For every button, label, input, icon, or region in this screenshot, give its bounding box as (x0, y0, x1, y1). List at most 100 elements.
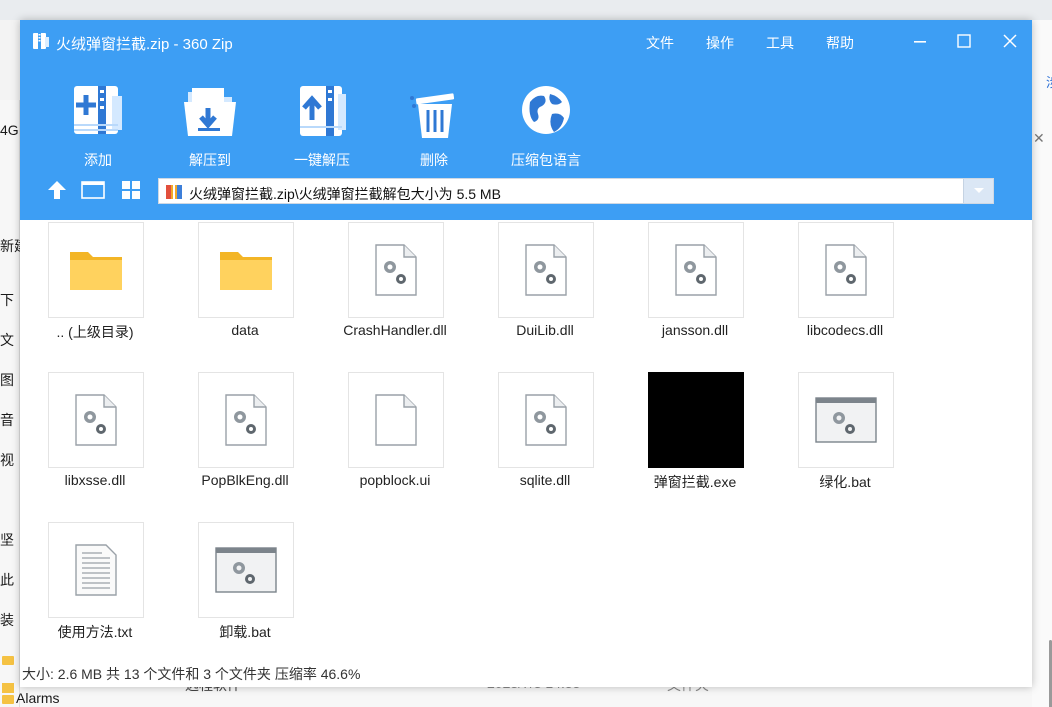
menu-file[interactable]: 文件 (646, 33, 674, 53)
grid-view-icon (122, 181, 140, 199)
bg-nav-fragment: 此 (0, 572, 14, 588)
details-view-button[interactable] (80, 178, 106, 202)
file-item[interactable]: libcodecs.dll (770, 220, 920, 370)
file-item[interactable]: 弹窗拦截.exe (620, 370, 770, 520)
one-click-extract-button[interactable]: 一键解压 (272, 80, 372, 170)
bg-nav-fragment: 新建 (0, 238, 22, 254)
folder-icon (48, 222, 144, 318)
dll-file-icon (498, 222, 594, 318)
file-item[interactable]: CrashHandler.dll (320, 220, 470, 370)
file-name: jansson.dll (661, 322, 729, 338)
file-name: .. (上级目录) (56, 324, 134, 340)
file-grid: .. (上级目录) data CrashHandler.dll DuiLib.dll j… (20, 220, 1032, 660)
file-name: data (231, 322, 259, 338)
bat-file-icon (798, 372, 894, 468)
file-name: 卸载.bat (219, 624, 271, 640)
file-name: sqlite.dll (519, 472, 571, 488)
arrow-up-icon (48, 181, 66, 199)
extract-to-button[interactable]: 解压到 (160, 80, 260, 170)
file-name: libcodecs.dll (806, 322, 884, 338)
status-text: 大小: 2.6 MB 共 13 个文件和 3 个文件夹 压缩率 46.6% (22, 666, 361, 682)
grid-view-button[interactable] (118, 178, 144, 202)
bg-nav-fragment: 坚 (0, 532, 14, 548)
dll-file-icon (198, 372, 294, 468)
maximize-icon (957, 34, 971, 48)
bg-nav-fragment: 装 (0, 612, 14, 628)
file-name: popblock.ui (359, 472, 431, 488)
file-icon (348, 372, 444, 468)
dll-file-icon (648, 222, 744, 318)
one-click-extract-icon (300, 86, 346, 136)
globe-icon (522, 86, 570, 134)
bg-nav-fragment: 视 (0, 452, 14, 468)
folder-item[interactable]: data (170, 220, 320, 370)
close-icon (1003, 34, 1017, 48)
up-level-button[interactable] (44, 178, 70, 202)
address-bar[interactable]: 火绒弹窗拦截.zip\火绒弹窗拦截解包大小为 5.5 MB (158, 178, 994, 204)
file-item[interactable]: libxsse.dll (20, 370, 170, 520)
background-right-edge: 涉 ✕ (1032, 20, 1052, 707)
zip-archive-icon (166, 185, 182, 199)
file-item[interactable]: 使用方法.txt (20, 520, 170, 670)
menu-tools[interactable]: 工具 (766, 33, 794, 53)
exe-file-icon (648, 372, 744, 468)
add-icon (74, 86, 122, 134)
archive-language-label: 压缩包语言 (511, 152, 581, 168)
file-item[interactable]: 绿化.bat (770, 370, 920, 520)
minimize-icon (914, 41, 926, 43)
file-name: 绿化.bat (819, 474, 871, 490)
bg-folder-icon (2, 656, 14, 665)
file-item[interactable]: 卸载.bat (170, 520, 320, 670)
dll-file-icon (798, 222, 894, 318)
file-item[interactable]: DuiLib.dll (470, 220, 620, 370)
bg-folder-icon (2, 683, 14, 693)
file-item[interactable]: sqlite.dll (470, 370, 620, 520)
bg-nav-fragment: 图 (0, 372, 14, 388)
list-view-icon (81, 181, 105, 199)
menu-action[interactable]: 操作 (706, 33, 734, 53)
archive-language-button[interactable]: 压缩包语言 (496, 80, 596, 170)
dll-file-icon (498, 372, 594, 468)
bat-file-icon (198, 522, 294, 618)
file-name: libxsse.dll (64, 472, 126, 488)
background-title-strip (0, 0, 1052, 20)
window-title: 火绒弹窗拦截.zip - 360 Zip (56, 36, 233, 53)
dll-file-icon (348, 222, 444, 318)
address-dropdown-button[interactable] (963, 179, 993, 203)
bg-nav-item-alarms[interactable]: Alarms (16, 690, 60, 706)
file-item[interactable]: PopBlkEng.dll (170, 370, 320, 520)
file-name: 使用方法.txt (57, 624, 133, 640)
file-item[interactable]: popblock.ui (320, 370, 470, 520)
file-item[interactable]: jansson.dll (620, 220, 770, 370)
one-click-extract-label: 一键解压 (294, 152, 350, 168)
bg-nav-fragment: 文 (0, 332, 14, 348)
bg-nav-fragment: 音 (0, 412, 14, 428)
file-name: CrashHandler.dll (343, 322, 447, 338)
menu-help[interactable]: 帮助 (826, 33, 854, 53)
dll-file-icon (48, 372, 144, 468)
status-bar: 大小: 2.6 MB 共 13 个文件和 3 个文件夹 压缩率 46.6% (20, 660, 1032, 687)
delete-label: 删除 (420, 152, 448, 168)
address-path: 火绒弹窗拦截.zip\火绒弹窗拦截解包大小为 5.5 MB (189, 186, 501, 202)
zip-window: 火绒弹窗拦截.zip - 360 Zip 文件 操作 工具 帮助 添加 解压到 … (20, 20, 1032, 687)
app-logo-icon (33, 33, 49, 49)
bg-close-icon: ✕ (1033, 130, 1045, 146)
chevron-down-icon (973, 188, 984, 193)
bg-right-fragment: 涉 (1046, 72, 1052, 91)
trash-icon (410, 93, 455, 138)
minimize-button[interactable] (905, 28, 935, 54)
bg-folder-icon (2, 695, 14, 704)
file-name: PopBlkEng.dll (201, 472, 289, 488)
background-nav-pane: 4G 新建 下 文 图 音 视 坚 此 装 (0, 100, 22, 707)
close-button[interactable] (995, 28, 1025, 54)
folder-item[interactable]: .. (上级目录) (20, 220, 170, 370)
add-button[interactable]: 添加 (48, 80, 148, 170)
extract-to-icon (184, 88, 236, 136)
maximize-button[interactable] (949, 28, 979, 54)
bg-nav-fragment: 4G (0, 122, 19, 138)
extract-to-label: 解压到 (189, 152, 231, 168)
zip-header: 火绒弹窗拦截.zip - 360 Zip 文件 操作 工具 帮助 添加 解压到 … (20, 20, 1032, 220)
bg-nav-fragment: 下 (0, 292, 14, 308)
text-file-icon (48, 522, 144, 618)
delete-button[interactable]: 删除 (384, 80, 484, 170)
